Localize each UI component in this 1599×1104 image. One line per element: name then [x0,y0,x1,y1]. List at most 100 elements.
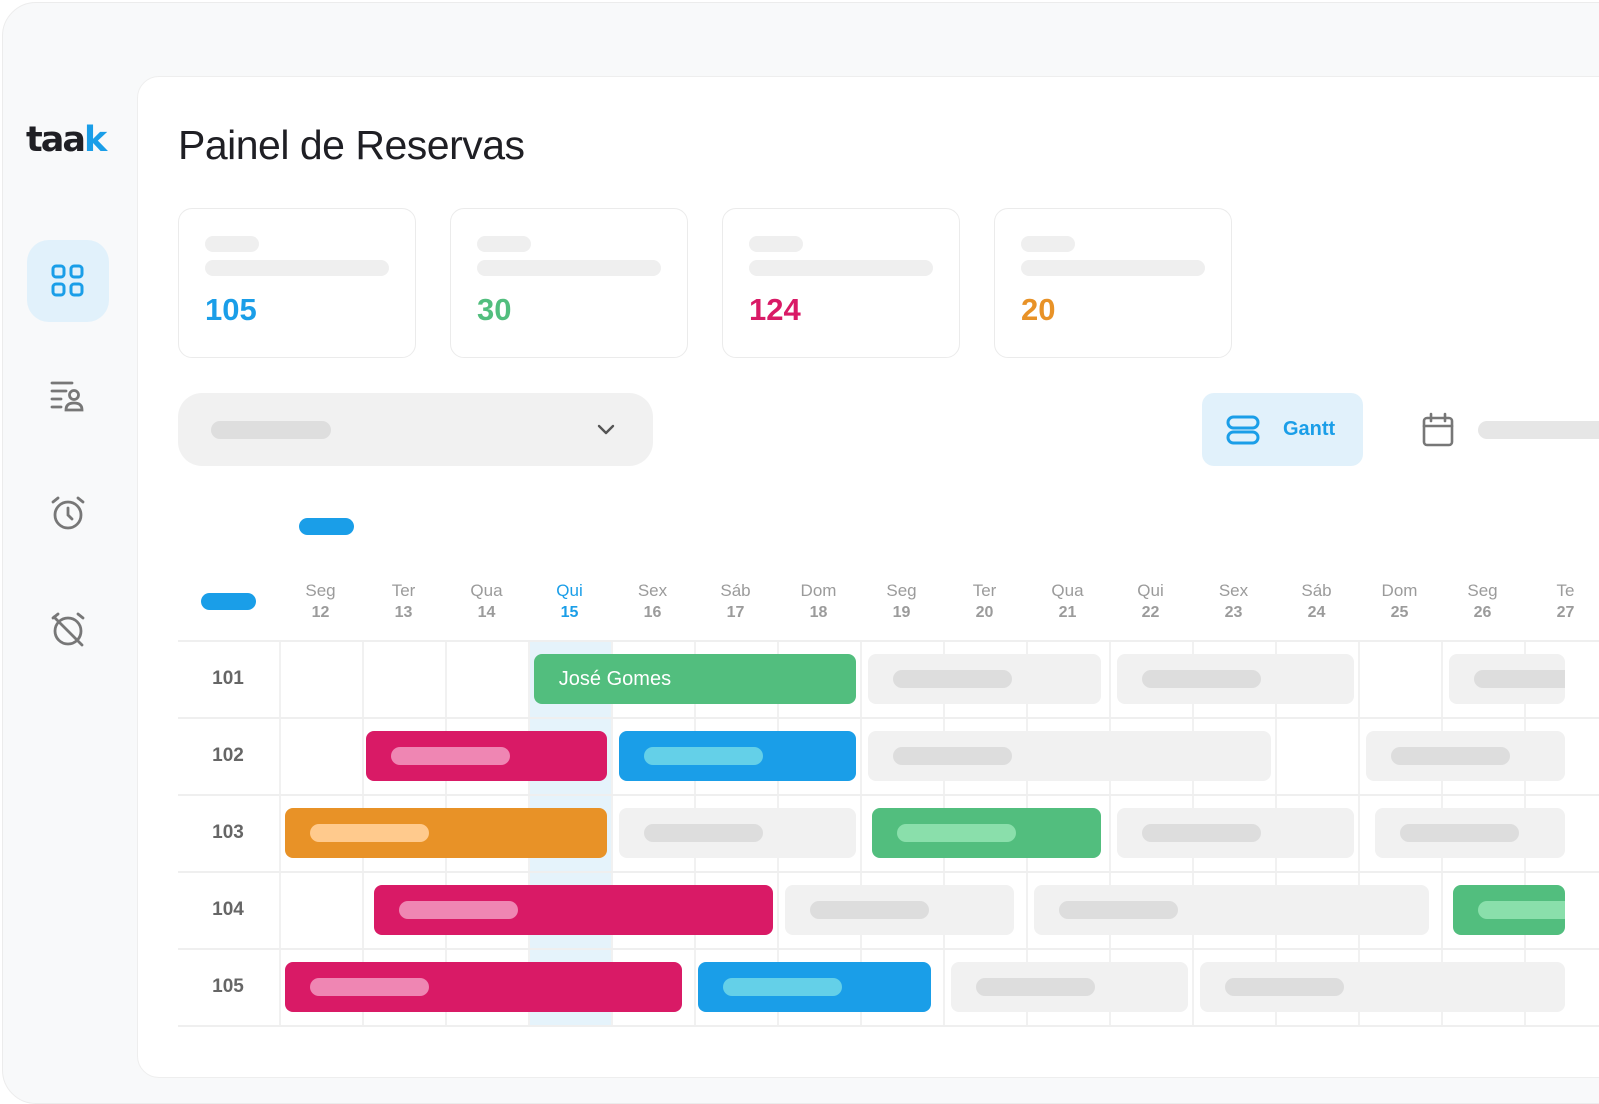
skeleton-line [211,421,331,439]
day-name: Qui [556,581,583,600]
booking-bar[interactable] [698,962,931,1012]
booking-bar[interactable] [785,885,1014,935]
row-divider [178,640,1599,642]
booking-bar[interactable] [1034,885,1429,935]
day-date: 21 [1058,604,1077,621]
room-label: 102 [212,745,244,766]
row-divider [178,948,1599,950]
day-date: 26 [1473,604,1492,621]
day-date: 22 [1141,604,1160,621]
day-name: Dom [800,581,837,600]
booking-placeholder [893,670,1013,688]
skeleton-line [205,260,389,276]
booking-placeholder [1142,670,1262,688]
room-header-indicator [201,593,256,610]
booking-bar[interactable] [374,885,773,935]
row-divider [178,1025,1599,1027]
stat-card: 20 [994,208,1232,358]
gantt-icon [1226,415,1260,445]
day-date: 16 [643,604,662,621]
sidebar-item-alarms[interactable] [27,472,109,554]
booking-placeholder [976,978,1096,996]
booking-bar[interactable] [366,731,607,781]
day-header: Dom 25 [1358,580,1441,624]
stat-value: 30 [477,292,512,327]
day-header: Qui 15 [528,580,611,624]
day-date: 24 [1307,604,1326,621]
booking-placeholder [391,747,511,765]
day-header: Qui 22 [1109,580,1192,624]
logo[interactable]: taak [26,120,107,160]
stat-card: 30 [450,208,688,358]
day-header: Seg 19 [860,580,943,624]
booking-bar[interactable]: José Gomes [533,654,856,704]
day-date: 14 [477,604,496,621]
booking-bar[interactable] [1453,885,1566,935]
day-header: Ter 20 [943,580,1026,624]
booking-placeholder [1399,824,1519,842]
guest-name: José Gomes [558,668,672,690]
row-divider [178,794,1599,796]
booking-placeholder [644,824,764,842]
filter-select[interactable] [178,393,653,466]
booking-bar[interactable] [872,808,1101,858]
day-date: 25 [1390,604,1409,621]
stat-card: 124 [722,208,960,358]
row-divider [178,717,1599,719]
booking-bar[interactable] [619,731,856,781]
booking-bar[interactable] [868,731,1271,781]
skeleton-line [1478,421,1599,439]
sidebar-item-dashboard[interactable] [27,240,109,322]
day-header: Dom 18 [777,580,860,624]
day-header: Seg 12 [279,580,362,624]
stat-value: 105 [205,292,257,327]
day-header: Qua 14 [445,580,528,624]
booking-bar[interactable] [1117,808,1354,858]
day-header: Ter 13 [362,580,445,624]
month-indicator[interactable] [299,518,354,535]
day-name: Ter [391,581,416,600]
day-name: Seg [305,581,336,600]
booking-bar[interactable] [1366,731,1566,781]
booking-placeholder [1474,670,1566,688]
calendar-icon[interactable] [1421,412,1455,448]
booking-placeholder [1142,824,1262,842]
skeleton-line [1021,236,1075,252]
booking-placeholder [1391,747,1511,765]
booking-placeholder [1225,978,1345,996]
booking-bar[interactable] [951,962,1188,1012]
booking-placeholder [1478,901,1566,919]
day-date: 27 [1556,604,1575,621]
skeleton-line [205,236,259,252]
stat-card: 105 [178,208,416,358]
logo-text: taa [26,120,86,160]
booking-placeholder [644,747,764,765]
sidebar-item-guests[interactable] [27,355,109,437]
booking-bar[interactable] [868,654,1101,704]
day-name: Te [1556,581,1575,600]
booking-bar[interactable] [1200,962,1566,1012]
booking-placeholder [810,901,930,919]
sidebar-item-alarms-off[interactable] [27,588,109,670]
skeleton-line [749,236,803,252]
skeleton-line [477,260,661,276]
booking-bar[interactable] [284,808,607,858]
stat-value: 124 [749,292,801,327]
row-divider [178,871,1599,873]
day-name: Seg [886,581,917,600]
day-header: Qua 21 [1026,580,1109,624]
day-name: Sex [637,581,668,600]
booking-bar[interactable] [619,808,856,858]
day-date: 13 [394,604,413,621]
day-header: Sex 23 [1192,580,1275,624]
booking-bar[interactable] [1117,654,1354,704]
booking-bar[interactable] [1374,808,1566,858]
chevron-down-icon [597,424,615,435]
booking-bar[interactable] [284,962,682,1012]
day-date: 19 [892,604,911,621]
day-date: 18 [809,604,828,621]
day-header: Seg 26 [1441,580,1524,624]
day-name: Qui [1137,581,1164,600]
gantt-view-button[interactable]: Gantt [1202,393,1363,466]
booking-bar[interactable] [1449,654,1566,704]
